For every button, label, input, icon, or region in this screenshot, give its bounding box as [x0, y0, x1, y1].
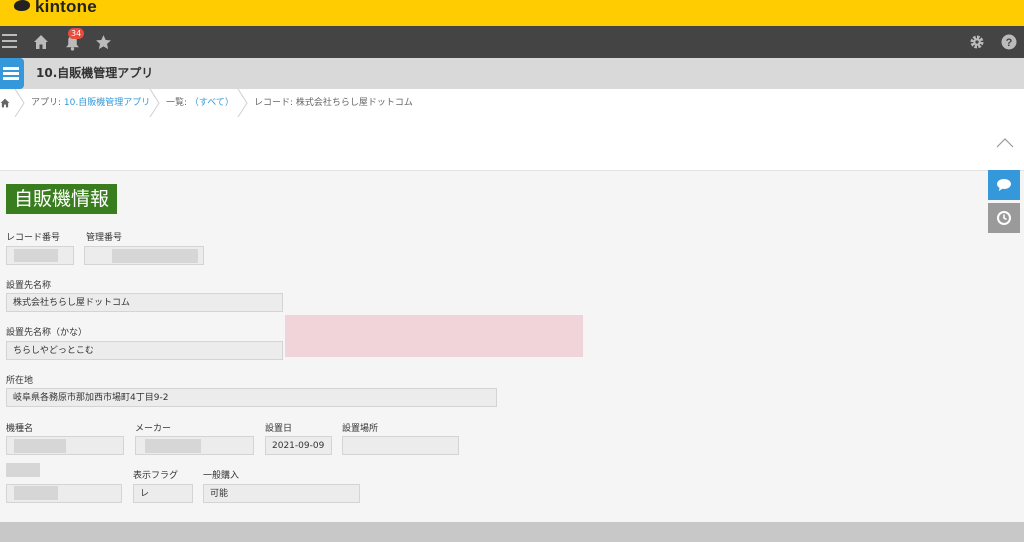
comment-icon	[997, 179, 1011, 191]
display-flag-field: レ	[133, 484, 193, 503]
model-name-label: 機種名	[6, 424, 34, 434]
redacted-region	[14, 439, 66, 453]
general-purchase-label: 一般購入	[203, 471, 240, 481]
install-date-label: 設置日	[265, 424, 293, 434]
maker-label: メーカー	[135, 424, 172, 434]
record-number-label: レコード番号	[6, 233, 61, 243]
breadcrumb-home-icon[interactable]	[0, 98, 10, 108]
install-date-field: 2021-09-09	[265, 436, 332, 455]
redacted-region	[6, 463, 40, 477]
redacted-region	[145, 439, 201, 453]
breadcrumb-app: アプリ: 10.自販機管理アプリ	[31, 98, 151, 108]
app-list-icon[interactable]	[0, 58, 24, 89]
site-name-kana-label: 設置先名称（かな）	[6, 328, 88, 338]
display-flag-label: 表示フラグ	[133, 471, 179, 481]
kintone-logo[interactable]: kintone	[14, 0, 97, 17]
record-toolbar	[0, 117, 1024, 171]
home-icon[interactable]	[33, 34, 49, 50]
management-number-label: 管理番号	[86, 233, 123, 243]
breadcrumb-app-link[interactable]: 10.自販機管理アプリ	[64, 98, 150, 108]
site-name-field: 株式会社ちらし屋ドットコム	[6, 293, 283, 312]
install-place-field	[342, 436, 459, 455]
redacted-region	[14, 249, 58, 262]
address-field: 岐阜県各務原市那加西市場町4丁目9-2	[6, 388, 497, 407]
history-button[interactable]	[988, 203, 1020, 233]
section-label: 自販機情報	[6, 184, 118, 214]
app-title[interactable]: 10.自販機管理アプリ	[36, 58, 153, 89]
page-footer-bar	[0, 522, 1024, 542]
redacted-region	[112, 249, 198, 263]
svg-text:?: ?	[1006, 37, 1013, 49]
history-icon	[997, 211, 1011, 225]
install-place-label: 設置場所	[342, 424, 379, 434]
redacted-region	[14, 486, 58, 500]
top-header	[0, 0, 1024, 26]
breadcrumb-list-link[interactable]: （すべて）	[190, 98, 234, 108]
address-label: 所在地	[6, 376, 34, 386]
breadcrumb-list: 一覧: （すべて）	[166, 98, 234, 108]
breadcrumb-separator-icon	[14, 89, 25, 117]
logo-mark-icon	[14, 0, 30, 11]
star-icon[interactable]	[95, 34, 112, 51]
breadcrumb-separator-icon	[237, 89, 248, 117]
help-icon[interactable]: ?	[1001, 34, 1017, 50]
breadcrumb-separator-icon	[149, 89, 160, 117]
breadcrumb-record: レコード: 株式会社ちらし屋ドットコム	[254, 98, 413, 108]
redacted-region	[285, 315, 583, 357]
comment-button[interactable]	[988, 170, 1020, 200]
site-name-kana-field: ちらしやどっとこむ	[6, 341, 283, 360]
notification-badge: 34	[68, 28, 85, 39]
menu-icon[interactable]	[2, 33, 17, 50]
gear-icon[interactable]	[969, 34, 985, 50]
collapse-chevron-up-icon[interactable]	[996, 138, 1014, 148]
site-name-label: 設置先名称	[6, 281, 52, 291]
app-bar	[0, 58, 1024, 89]
general-purchase-field: 可能	[203, 484, 360, 503]
global-nav	[0, 26, 1024, 58]
